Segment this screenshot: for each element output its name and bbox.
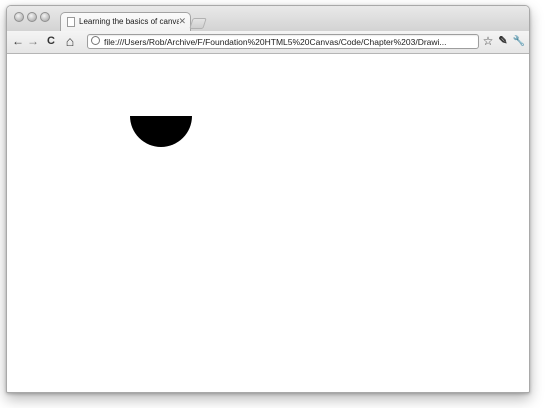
close-window-button[interactable] xyxy=(14,12,24,22)
tab-active[interactable]: Learning the basics of canvas ✕ xyxy=(60,12,191,32)
home-icon[interactable]: ⌂ xyxy=(63,34,77,49)
wrench-menu-icon[interactable]: 🔧 xyxy=(512,34,526,49)
screenshot-stage: Learning the basics of canvas ✕ ← → C ⌂ … xyxy=(0,0,549,408)
page-info-icon[interactable] xyxy=(91,36,100,45)
address-bar[interactable]: file:///Users/Rob/Archive/F/Foundation%2… xyxy=(87,34,479,49)
page-menu-icon[interactable]: ✎ xyxy=(496,34,510,49)
title-bar: Learning the basics of canvas ✕ xyxy=(7,6,529,32)
reload-icon[interactable]: C xyxy=(45,34,57,49)
back-arrow-icon[interactable]: ← xyxy=(12,34,24,49)
minimize-window-button[interactable] xyxy=(27,12,37,22)
page-content xyxy=(7,54,529,392)
drawing-canvas xyxy=(130,116,192,147)
url-text[interactable]: file:///Users/Rob/Archive/F/Foundation%2… xyxy=(104,36,468,48)
page-icon xyxy=(67,17,75,27)
zoom-window-button[interactable] xyxy=(40,12,50,22)
navigation-toolbar: ← → C ⌂ file:///Users/Rob/Archive/F/Foun… xyxy=(7,31,529,54)
browser-window: Learning the basics of canvas ✕ ← → C ⌂ … xyxy=(6,5,530,393)
close-tab-icon[interactable]: ✕ xyxy=(178,16,186,26)
bookmark-star-icon[interactable]: ☆ xyxy=(482,34,494,49)
new-tab-button[interactable] xyxy=(189,18,207,29)
tab-title: Learning the basics of canvas xyxy=(79,17,179,26)
half-circle-shape xyxy=(130,116,192,147)
forward-arrow-icon[interactable]: → xyxy=(27,34,39,49)
